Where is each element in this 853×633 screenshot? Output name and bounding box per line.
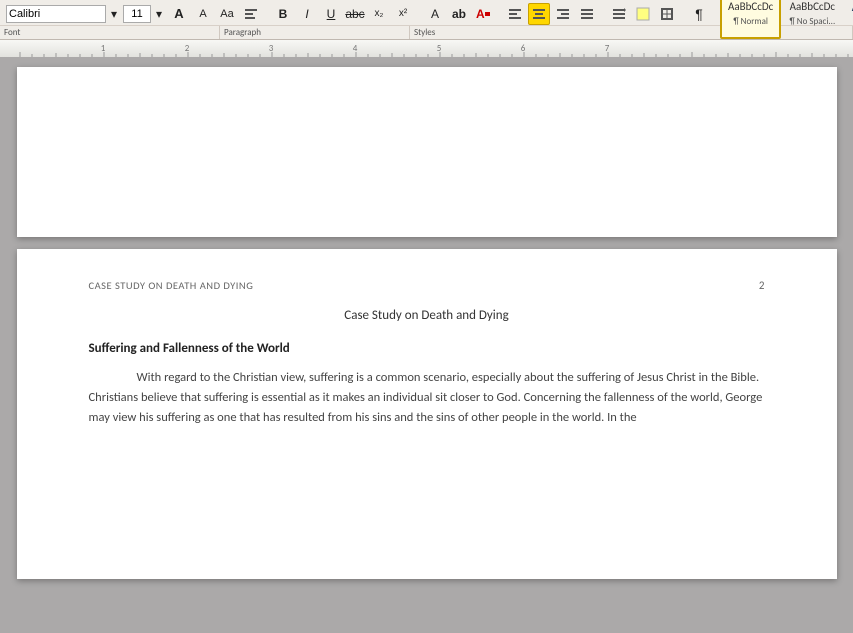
paragraph-section-label: Paragraph [220,26,410,39]
borders-btn[interactable] [656,3,678,25]
font-name-input[interactable]: Calibri [6,5,106,23]
svg-text:3: 3 [269,43,274,54]
strikethrough-btn[interactable]: abc [344,3,366,25]
paragraph-1: With regard to the Christian view, suffe… [89,368,765,428]
page-header: CASE STUDY ON DEATH AND DYING 2 [89,279,765,292]
svg-text:2: 2 [185,43,190,54]
font-name-dropdown-btn[interactable]: ▾ [107,3,121,25]
ruler: 1 2 3 4 5 6 7 [0,40,853,57]
style-normal-label: ¶ Normal [733,16,768,27]
italic-btn[interactable]: I [296,3,318,25]
page-2: CASE STUDY ON DEATH AND DYING 2 Case Stu… [17,249,837,579]
line-spacing-btn[interactable] [608,3,630,25]
page-number: 2 [759,279,765,292]
format-options-btn[interactable] [240,3,262,25]
subscript-btn[interactable]: x₂ [368,3,390,25]
show-para-marks-btn[interactable]: ¶ [688,3,710,25]
section-heading: Suffering and Fallenness of the World [89,341,765,356]
justify-btn[interactable] [576,3,598,25]
style-no-spacing-label: ¶ No Spaci... [789,16,835,27]
svg-text:6: 6 [521,43,526,54]
align-center-btn[interactable] [528,3,550,25]
font-size-input[interactable]: 11 [123,5,151,23]
document-title: Case Study on Death and Dying [89,308,765,323]
increase-font-btn[interactable]: A [168,3,190,25]
font-section-label: Font [0,26,220,39]
page-1 [17,67,837,237]
document-area: CASE STUDY ON DEATH AND DYING 2 Case Stu… [0,57,853,605]
ribbon: Calibri ▾ 11 ▾ A A Aa B I U abc x₂ x² A … [0,0,853,40]
svg-text:7: 7 [605,43,610,54]
toolbar-section-labels: Font Paragraph Styles [0,26,853,40]
style-no-spacing-preview: AaBbCcDc [790,0,835,13]
svg-text:5: 5 [437,43,442,54]
svg-text:4: 4 [353,43,358,54]
font-size-dropdown-btn[interactable]: ▾ [152,3,166,25]
bold-btn[interactable]: B [272,3,294,25]
font-color-btn[interactable]: A [472,3,494,25]
clear-format-btn[interactable]: Aa [216,3,238,25]
ruler-svg: 1 2 3 4 5 6 7 [0,40,853,57]
shading-btn[interactable] [632,3,654,25]
svg-text:1: 1 [101,43,106,54]
style-normal-preview: AaBbCcDc [728,0,773,13]
font-name-dropdown[interactable]: Calibri ▾ [6,3,121,25]
text-effect-btn[interactable]: A [424,3,446,25]
page-header-text: CASE STUDY ON DEATH AND DYING [89,279,254,292]
underline-btn[interactable]: U [320,3,342,25]
decrease-font-btn[interactable]: A [192,3,214,25]
text-highlight-btn[interactable]: ab [448,3,470,25]
superscript-btn[interactable]: x² [392,3,414,25]
align-right-btn[interactable] [552,3,574,25]
styles-section-label: Styles [410,26,853,39]
align-left-btn[interactable] [504,3,526,25]
